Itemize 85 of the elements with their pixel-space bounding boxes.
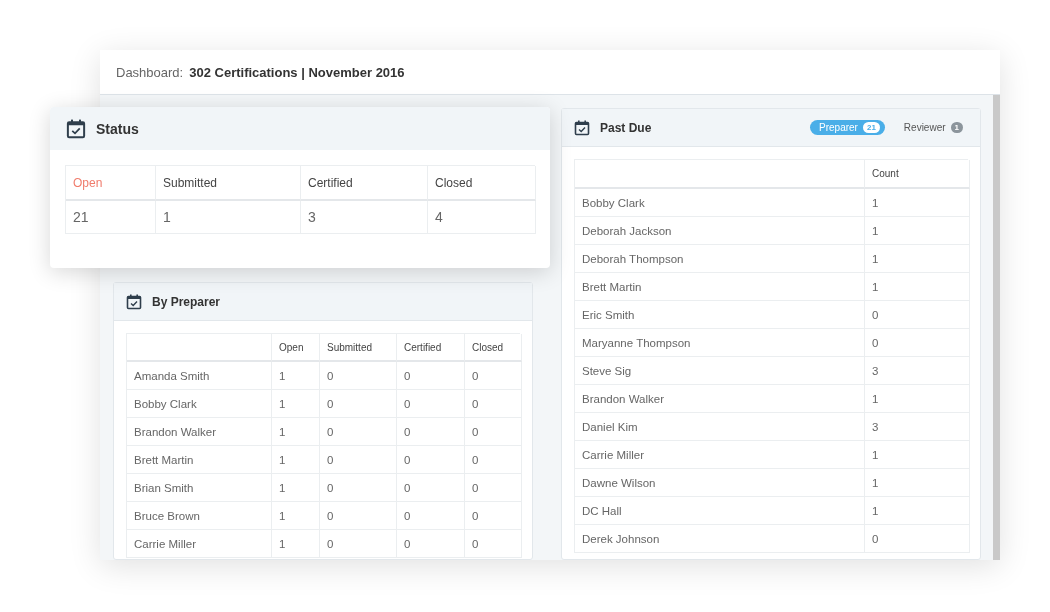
table-cell: 0 (320, 502, 397, 530)
table-cell: 0 (397, 362, 465, 390)
table-cell: 1 (865, 273, 970, 301)
calendar-icon (126, 293, 142, 310)
table-cell: 0 (397, 474, 465, 502)
table-cell: 0 (320, 362, 397, 390)
table-cell: 0 (865, 329, 970, 357)
table-cell: 1 (865, 385, 970, 413)
filter-tab[interactable]: Reviewer 1 (894, 120, 968, 135)
table-cell: 1 (272, 530, 320, 558)
table-cell: 1 (865, 245, 970, 273)
card-title: Status (96, 120, 139, 137)
table-cell: 0 (465, 446, 522, 474)
table-cell: Bobby Clark (127, 390, 272, 418)
table-cell: Brett Martin (127, 446, 272, 474)
table-cell: DC Hall (575, 497, 865, 525)
table-cell: 1 (156, 201, 301, 234)
table-cell: 1 (865, 469, 970, 497)
table-cell: 0 (465, 390, 522, 418)
column-header[interactable]: Submitted (156, 166, 301, 201)
table-cell: 3 (865, 413, 970, 441)
table-cell: 1 (865, 189, 970, 217)
column-header[interactable]: Certified (301, 166, 428, 201)
calendar-icon (574, 119, 590, 136)
table-cell: 0 (397, 418, 465, 446)
header-label: Dashboard: (116, 64, 184, 80)
count-badge: 1 (950, 122, 963, 133)
table-cell: 1 (272, 390, 320, 418)
panel-title: Past Due (600, 120, 652, 135)
table-cell: 1 (272, 474, 320, 502)
table-cell: Dawne Wilson (575, 469, 865, 497)
table-cell: 1 (272, 418, 320, 446)
table-cell: Amanda Smith (127, 362, 272, 390)
table-cell: 0 (397, 502, 465, 530)
table-cell: 0 (397, 390, 465, 418)
column-header: Count (865, 160, 970, 189)
table-cell: Bobby Clark (575, 189, 865, 217)
table-cell: Brian Smith (127, 474, 272, 502)
table-cell: Brandon Walker (127, 418, 272, 446)
table-cell: 1 (865, 497, 970, 525)
table-cell: 0 (320, 418, 397, 446)
table-cell: 0 (465, 502, 522, 530)
column-header[interactable]: Closed (428, 166, 536, 201)
count-badge: 21 (862, 122, 880, 133)
column-header: Closed (465, 334, 522, 362)
table-cell: Carrie Miller (575, 441, 865, 469)
table-cell: Brett Martin (575, 273, 865, 301)
table-cell: 0 (320, 530, 397, 558)
table-cell: 0 (320, 390, 397, 418)
table-cell: 1 (272, 446, 320, 474)
scrollbar[interactable] (993, 95, 1000, 560)
table-cell: Carrie Miller (127, 530, 272, 558)
table-cell: 1 (272, 362, 320, 390)
table-cell: 0 (865, 301, 970, 329)
table-cell: 0 (320, 474, 397, 502)
table-cell: 0 (865, 525, 970, 553)
table-cell: 3 (301, 201, 428, 234)
table-cell: 0 (397, 446, 465, 474)
table-cell: 1 (865, 217, 970, 245)
table-cell: Deborah Jackson (575, 217, 865, 245)
table-cell: Steve Sig (575, 357, 865, 385)
table-cell: 0 (320, 446, 397, 474)
calendar-icon (66, 118, 86, 139)
table-cell: 0 (465, 474, 522, 502)
table-cell: 4 (428, 201, 536, 234)
panel-title: By Preparer (152, 294, 221, 309)
column-header: Certified (397, 334, 465, 362)
table-cell: Deborah Thompson (575, 245, 865, 273)
table-cell: 0 (465, 530, 522, 558)
header-title: 302 Certifications | November 2016 (189, 64, 405, 80)
table-cell: 0 (397, 530, 465, 558)
table-cell: 0 (465, 418, 522, 446)
table-cell: Bruce Brown (127, 502, 272, 530)
table-cell: 3 (865, 357, 970, 385)
table-cell: 0 (465, 362, 522, 390)
table-cell: 21 (66, 201, 156, 234)
table-cell: 1 (272, 502, 320, 530)
table-cell: Eric Smith (575, 301, 865, 329)
column-header: Open (272, 334, 320, 362)
table-cell: Maryanne Thompson (575, 329, 865, 357)
table-cell: Derek Johnson (575, 525, 865, 553)
table-cell: 1 (865, 441, 970, 469)
table-cell: Brandon Walker (575, 385, 865, 413)
table-cell: Daniel Kim (575, 413, 865, 441)
column-header: Submitted (320, 334, 397, 362)
